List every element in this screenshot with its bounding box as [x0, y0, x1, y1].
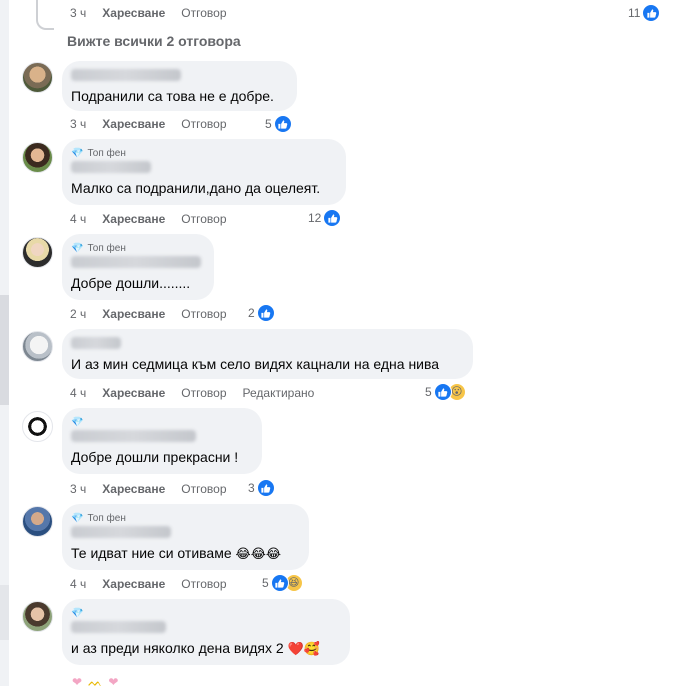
comment-text: и аз преди няколко дена видях 2 ❤️🥰 — [71, 640, 320, 656]
laughing-emoji: 😂😂😂 — [235, 546, 282, 561]
background-fragment — [0, 585, 9, 640]
comment-time[interactable]: 3 ч — [70, 482, 86, 496]
comment-text: Малко са подранили,дано да оцелеят. — [71, 180, 321, 196]
reaction-summary[interactable]: 2 — [248, 304, 275, 322]
comment-time[interactable]: 3 ч — [70, 6, 86, 20]
reaction-count: 5 — [265, 117, 272, 131]
commenter-name-blurred[interactable] — [71, 526, 171, 538]
reply-link[interactable]: Отговор — [181, 6, 226, 20]
top-fan-badge: 💎 Топ фен — [71, 147, 126, 159]
diamond-icon: 💎 — [71, 242, 84, 254]
background-fragment — [0, 295, 9, 405]
comment-text: Подранили са това не е добре. — [71, 88, 274, 104]
reaction-count: 2 — [248, 306, 255, 320]
diamond-icon: 💎 — [71, 416, 84, 428]
like-reaction-icon — [270, 574, 289, 592]
comment-time[interactable]: 4 ч — [70, 212, 86, 226]
commenter-name-blurred[interactable] — [71, 430, 196, 442]
reaction-summary[interactable]: 12 — [308, 209, 342, 227]
comment-bubble: И аз мин седмица към село видях кацнали … — [62, 329, 473, 379]
reply-link[interactable]: Отговор — [181, 482, 226, 496]
diamond-icon: 💎 — [71, 147, 84, 159]
comment-bubble: Подранили са това не е добре. — [62, 61, 297, 111]
comment-actions-row: 4 ч Харесване Отговор — [70, 575, 243, 593]
like-link[interactable]: Харесване — [102, 482, 165, 496]
commenter-name-blurred[interactable] — [71, 161, 151, 173]
top-fan-badge: 💎 — [71, 607, 338, 619]
avatar[interactable] — [22, 331, 53, 362]
reply-link[interactable]: Отговор — [181, 117, 226, 131]
like-reaction-icon — [323, 209, 342, 227]
like-link[interactable]: Харесване — [102, 386, 165, 400]
like-reaction-icon — [642, 4, 661, 22]
like-reaction-icon — [273, 115, 292, 133]
avatar[interactable] — [22, 237, 53, 268]
background-page-edge — [0, 0, 9, 686]
comment-bubble: 💎 и аз преди няколко дена видях 2 ❤️🥰 — [62, 599, 350, 665]
like-link[interactable]: Харесване — [102, 6, 165, 20]
like-reaction-icon — [433, 383, 452, 401]
see-all-replies-link[interactable]: Вижте всички 2 отговора — [67, 33, 241, 49]
reaction-summary[interactable]: 5 😆 — [262, 574, 303, 592]
comment-text: И аз мин седмица към село видях кацнали … — [71, 356, 440, 372]
like-link[interactable]: Харесване — [102, 307, 165, 321]
comment-time[interactable]: 4 ч — [70, 386, 86, 400]
avatar[interactable] — [22, 506, 53, 537]
reaction-count: 3 — [248, 481, 255, 495]
avatar[interactable] — [22, 411, 53, 442]
comment-text: Добре дошли прекрасни ! — [71, 449, 239, 465]
top-fan-badge: 💎 Топ фен — [71, 242, 126, 254]
comment-actions-row: 2 ч Харесване Отговор — [70, 305, 243, 323]
heart-emoji: ❤️🥰 — [287, 641, 320, 656]
top-fan-badge: 💎 Топ фен — [71, 512, 126, 524]
reaction-summary[interactable]: 5 😮 — [425, 383, 466, 401]
comment-time[interactable]: 3 ч — [70, 117, 86, 131]
like-reaction-icon — [256, 479, 275, 497]
top-fan-badge: 💎 — [71, 416, 250, 428]
edited-label: Редактирано — [242, 386, 315, 400]
comment-time[interactable]: 4 ч — [70, 577, 86, 591]
partial-next-content: ❤ ᨓ ❤ — [72, 675, 118, 686]
commenter-name-blurred[interactable] — [71, 256, 201, 268]
reply-thread-connector — [36, 0, 54, 30]
decorative-heart-icon: ❤ — [72, 675, 83, 686]
comment-actions-row: 3 ч Харесване Отговор — [70, 4, 243, 22]
comment-text: Добре дошли........ — [71, 275, 191, 291]
commenter-name-blurred[interactable] — [71, 621, 166, 633]
comment-actions-row: 3 ч Харесване Отговор — [70, 115, 243, 133]
avatar[interactable] — [22, 601, 53, 632]
like-link[interactable]: Харесване — [102, 212, 165, 226]
diamond-icon: 💎 — [71, 607, 84, 619]
comment-actions-row: 3 ч Харесване Отговор — [70, 480, 243, 498]
like-reaction-icon — [256, 304, 275, 322]
reaction-summary[interactable]: 5 — [265, 115, 292, 133]
decorative-swirl-icon: ᨓ — [88, 675, 103, 686]
like-link[interactable]: Харесване — [102, 117, 165, 131]
reply-link[interactable]: Отговор — [181, 577, 226, 591]
like-link[interactable]: Харесване — [102, 577, 165, 591]
comment-actions-row: 4 ч Харесване Отговор Редактирано — [70, 384, 330, 402]
reaction-summary[interactable]: 3 — [248, 479, 275, 497]
avatar[interactable] — [22, 62, 53, 93]
avatar[interactable] — [22, 142, 53, 173]
comment-time[interactable]: 2 ч — [70, 307, 86, 321]
reaction-count: 5 — [425, 385, 432, 399]
diamond-icon: 💎 — [71, 512, 84, 524]
decorative-heart-icon: ❤ — [108, 675, 119, 686]
reaction-count: 11 — [628, 6, 641, 20]
comment-bubble: 💎 Топ фен Малко са подранили,дано да оцел… — [62, 139, 346, 205]
commenter-name-blurred[interactable] — [71, 69, 181, 81]
comment-bubble: 💎 Топ фен Добре дошли........ — [62, 234, 214, 300]
commenter-name-blurred[interactable] — [71, 337, 121, 349]
comment-bubble: 💎 Добре дошли прекрасни ! — [62, 408, 262, 474]
reply-link[interactable]: Отговор — [181, 307, 226, 321]
reaction-count: 12 — [308, 211, 322, 225]
comment-bubble: 💎 Топ фен Те идват ние си отиваме 😂😂😂 — [62, 504, 309, 570]
reply-link[interactable]: Отговор — [181, 212, 226, 226]
comment-actions-row: 4 ч Харесване Отговор — [70, 210, 243, 228]
reaction-summary[interactable]: 11 — [628, 4, 661, 22]
reply-link[interactable]: Отговор — [181, 386, 226, 400]
reaction-count: 5 — [262, 576, 269, 590]
comment-text: Те идват ние си отиваме 😂😂😂 — [71, 545, 282, 561]
